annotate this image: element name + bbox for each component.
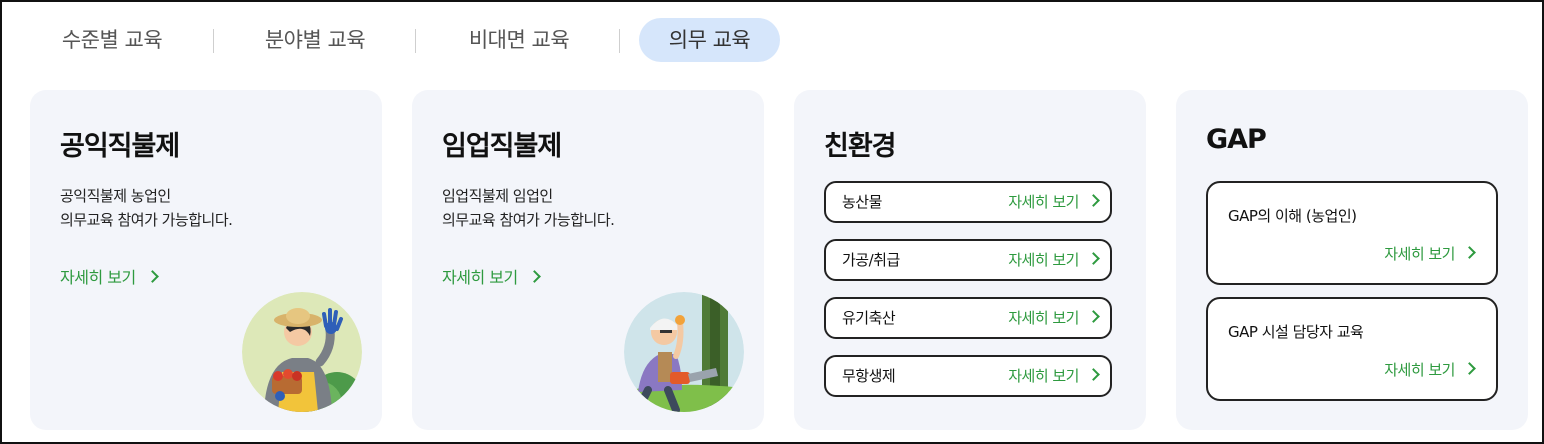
pill-detail-link[interactable]: 자세히 보기 — [1008, 183, 1100, 221]
card-gap: GAP GAP의 이해 (농업인) 자세히 보기 GAP 시설 담당자 교육 자… — [1176, 90, 1528, 430]
card-description: 임업직불제 임업인 의무교육 참여가 가능합니다. — [442, 184, 615, 232]
card-title: 공익직불제 — [60, 131, 180, 162]
card-title: GAP — [1206, 124, 1267, 155]
gap-detail-link[interactable]: 자세히 보기 — [1384, 359, 1476, 380]
gap-label: GAP 시설 담당자 교육 — [1228, 323, 1364, 341]
pill-label: 농산물 — [842, 193, 882, 211]
pill-detail-link[interactable]: 자세히 보기 — [1008, 299, 1100, 337]
chevron-right-icon — [1087, 252, 1100, 265]
card-title: 친환경 — [824, 131, 897, 162]
card-eco-friendly: 친환경 농산물 자세히 보기 가공/취급 자세히 보기 유기축산 자세히 보기 … — [794, 90, 1146, 430]
eco-item-organic-livestock[interactable]: 유기축산 자세히 보기 — [824, 297, 1112, 339]
tab-field-education[interactable]: 분야별 교육 — [234, 18, 396, 62]
pill-label: 유기축산 — [842, 309, 896, 327]
gap-detail-link[interactable]: 자세히 보기 — [1384, 243, 1476, 264]
desc-line: 공익직불제 농업인 — [60, 187, 171, 205]
tab-level-education[interactable]: 수준별 교육 — [32, 18, 192, 62]
desc-line: 의무교육 참여가 가능합니다. — [442, 211, 615, 229]
desc-line: 임업직불제 임업인 — [442, 187, 553, 205]
pill-detail-link[interactable]: 자세히 보기 — [1008, 357, 1100, 395]
tab-divider — [213, 29, 214, 53]
chevron-right-icon — [1087, 368, 1100, 381]
card-forestry-payment: 임업직불제 임업직불제 임업인 의무교육 참여가 가능합니다. 자세히 보기 — [412, 90, 764, 430]
gap-item-understanding[interactable]: GAP의 이해 (농업인) 자세히 보기 — [1206, 181, 1498, 285]
chevron-right-icon — [527, 270, 541, 283]
detail-link[interactable]: 자세히 보기 — [442, 264, 541, 288]
tab-bar: 수준별 교육 분야별 교육 비대면 교육 의무 교육 — [2, 2, 1542, 82]
desc-line: 의무교육 참여가 가능합니다. — [60, 211, 233, 229]
detail-link-label: 자세히 보기 — [442, 268, 518, 287]
gap-label: GAP의 이해 (농업인) — [1228, 207, 1357, 225]
tab-divider — [619, 29, 620, 53]
tab-mandatory-education[interactable]: 의무 교육 — [639, 18, 780, 62]
detail-link-label: 자세히 보기 — [1008, 251, 1079, 269]
detail-link[interactable]: 자세히 보기 — [60, 264, 159, 288]
card-public-payment: 공익직불제 공익직불제 농업인 의무교육 참여가 가능합니다. 자세히 보기 — [30, 90, 382, 430]
page-frame: 수준별 교육 분야별 교육 비대면 교육 의무 교육 공익직불제 공익직불제 농… — [0, 0, 1544, 444]
pill-detail-link[interactable]: 자세히 보기 — [1008, 241, 1100, 279]
gap-item-facility-staff[interactable]: GAP 시설 담당자 교육 자세히 보기 — [1206, 297, 1498, 401]
eco-item-agricultural-products[interactable]: 농산물 자세히 보기 — [824, 181, 1112, 223]
detail-link-label: 자세히 보기 — [60, 268, 136, 287]
chevron-right-icon — [1087, 194, 1100, 207]
detail-link-label: 자세히 보기 — [1008, 367, 1079, 385]
detail-link-label: 자세히 보기 — [1008, 309, 1079, 327]
card-title: 임업직불제 — [442, 131, 562, 162]
eco-item-processing[interactable]: 가공/취급 자세히 보기 — [824, 239, 1112, 281]
tab-online-education[interactable]: 비대면 교육 — [438, 18, 600, 62]
tab-divider — [415, 29, 416, 53]
chevron-right-icon — [1087, 310, 1100, 323]
farmer-illustration — [242, 292, 362, 412]
forester-illustration — [624, 292, 744, 412]
detail-link-label: 자세히 보기 — [1008, 193, 1079, 211]
card-description: 공익직불제 농업인 의무교육 참여가 가능합니다. — [60, 184, 233, 232]
pill-label: 가공/취급 — [842, 251, 900, 269]
detail-link-label: 자세히 보기 — [1384, 361, 1455, 379]
chevron-right-icon — [145, 270, 159, 283]
detail-link-label: 자세히 보기 — [1384, 245, 1455, 263]
eco-item-antibiotic-free[interactable]: 무항생제 자세히 보기 — [824, 355, 1112, 397]
pill-label: 무항생제 — [842, 367, 896, 385]
chevron-right-icon — [1463, 362, 1476, 375]
chevron-right-icon — [1463, 246, 1476, 259]
